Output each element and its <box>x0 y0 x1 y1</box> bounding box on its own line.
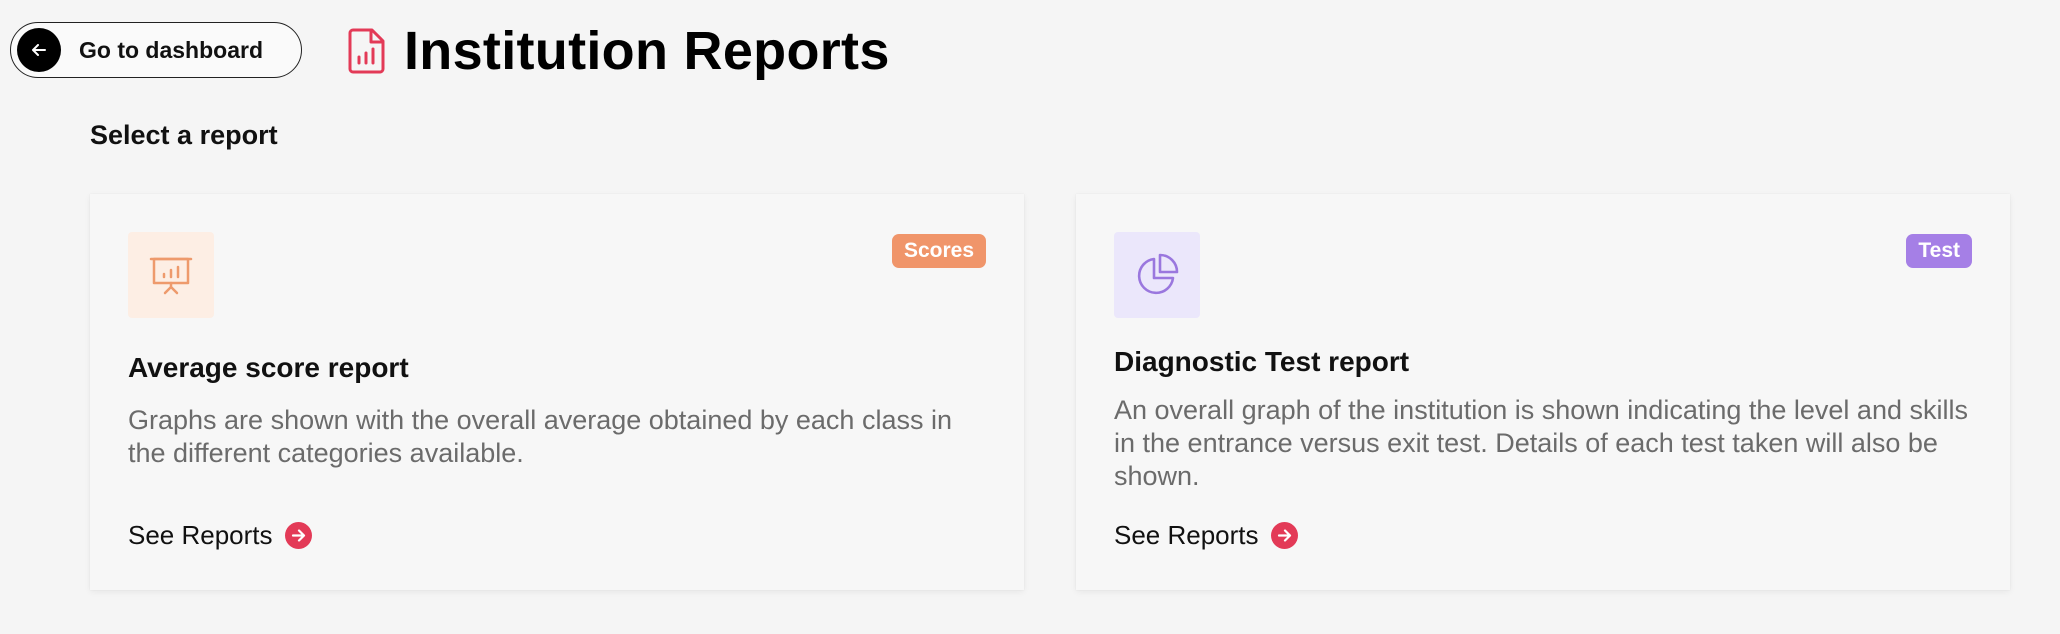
card-title: Average score report <box>128 352 409 383</box>
arrow-right-circle-icon <box>1270 522 1298 549</box>
section-label: Select a report <box>90 120 278 150</box>
arrow-left-icon <box>17 28 61 72</box>
scores-badge: Scores <box>891 234 986 268</box>
arrow-right-circle-icon <box>284 522 312 549</box>
pie-chart-icon <box>1114 232 1200 318</box>
card-description: An overall graph of the institution is s… <box>1114 395 1968 491</box>
see-reports-label: See Reports <box>1114 520 1259 550</box>
see-reports-label: See Reports <box>128 520 273 550</box>
report-file-icon <box>348 28 385 74</box>
card-description: Graphs are shown with the overall averag… <box>128 405 952 468</box>
card-title: Diagnostic Test report <box>1114 346 1410 377</box>
test-badge: Test <box>1906 234 1972 268</box>
page-header: Institution Reports <box>348 20 890 82</box>
average-score-report-card[interactable]: Scores Average score report Graphs are s… <box>90 194 1024 590</box>
diagnostic-test-report-card[interactable]: Test Diagnostic Test report An overall g… <box>1076 194 2010 590</box>
page-title: Institution Reports <box>404 21 890 81</box>
go-to-dashboard-label: Go to dashboard <box>79 36 263 63</box>
see-reports-link[interactable]: See Reports <box>128 520 312 551</box>
see-reports-link[interactable]: See Reports <box>1114 520 1298 551</box>
go-to-dashboard-button[interactable]: Go to dashboard <box>10 22 302 78</box>
presentation-chart-icon <box>128 232 214 318</box>
